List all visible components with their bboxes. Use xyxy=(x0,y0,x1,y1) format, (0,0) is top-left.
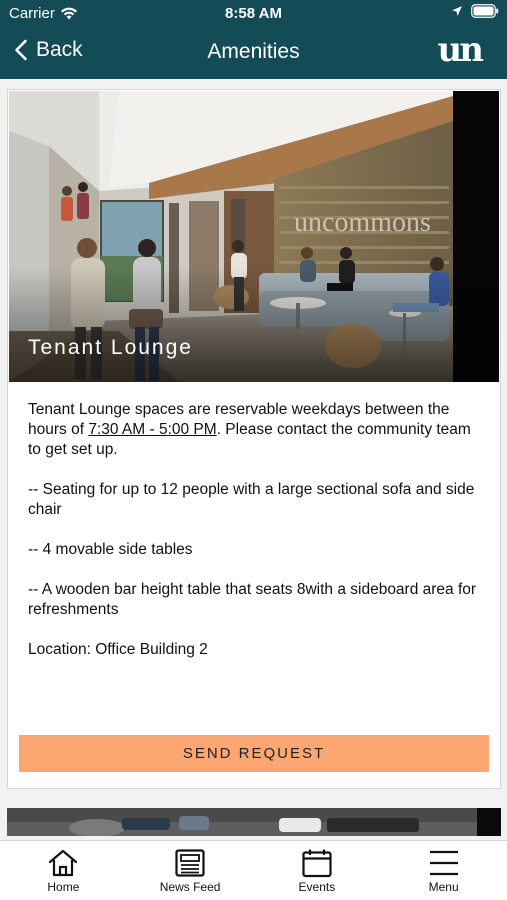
next-amenity-card[interactable] xyxy=(7,808,501,836)
home-icon xyxy=(49,849,78,877)
feature-item: -- 4 movable side tables xyxy=(28,541,193,558)
newspaper-icon xyxy=(175,849,205,877)
page-title: Amenities xyxy=(207,40,300,63)
tab-home[interactable]: Home xyxy=(0,841,127,900)
next-amenity-photo xyxy=(7,808,501,836)
feature-item: -- Seating for up to 12 people with a la… xyxy=(28,481,475,518)
tab-menu[interactable]: Menu xyxy=(380,841,507,900)
feature-item: -- A wooden bar height table that seats … xyxy=(28,581,477,618)
status-bar: Carrier 8:58 AM xyxy=(0,0,507,26)
description-intro: Tenant Lounge spaces are reservable week… xyxy=(28,401,471,458)
app-header: Carrier 8:58 AM Back Amenities un xyxy=(0,0,507,79)
amenity-card: uncommons Tena xyxy=(7,89,501,789)
navigation-bar: Back Amenities un xyxy=(0,28,507,76)
status-time: 8:58 AM xyxy=(225,5,282,22)
tab-home-label: Home xyxy=(47,880,80,894)
photo-caption: Tenant Lounge xyxy=(28,336,193,359)
amenity-description: Tenant Lounge spaces are reservable week… xyxy=(28,400,488,680)
calendar-icon xyxy=(302,849,332,878)
tab-news-feed[interactable]: News Feed xyxy=(127,841,254,900)
hours-text: 7:30 AM - 5:00 PM xyxy=(88,421,217,438)
tab-events[interactable]: Events xyxy=(254,841,381,900)
tab-events-label: Events xyxy=(298,880,336,894)
send-request-button[interactable]: SEND REQUEST xyxy=(19,735,489,772)
location-arrow-icon xyxy=(452,6,462,16)
tab-menu-label: Menu xyxy=(428,880,459,894)
location-text: Location: Office Building 2 xyxy=(28,641,208,658)
brand-logo: un xyxy=(437,30,484,70)
battery-icon xyxy=(471,4,499,18)
amenity-photo: uncommons Tena xyxy=(9,91,499,382)
bottom-tab-bar: Home News Feed Events Menu xyxy=(0,840,507,900)
hamburger-icon xyxy=(429,850,458,876)
tab-news-feed-label: News Feed xyxy=(159,880,221,894)
